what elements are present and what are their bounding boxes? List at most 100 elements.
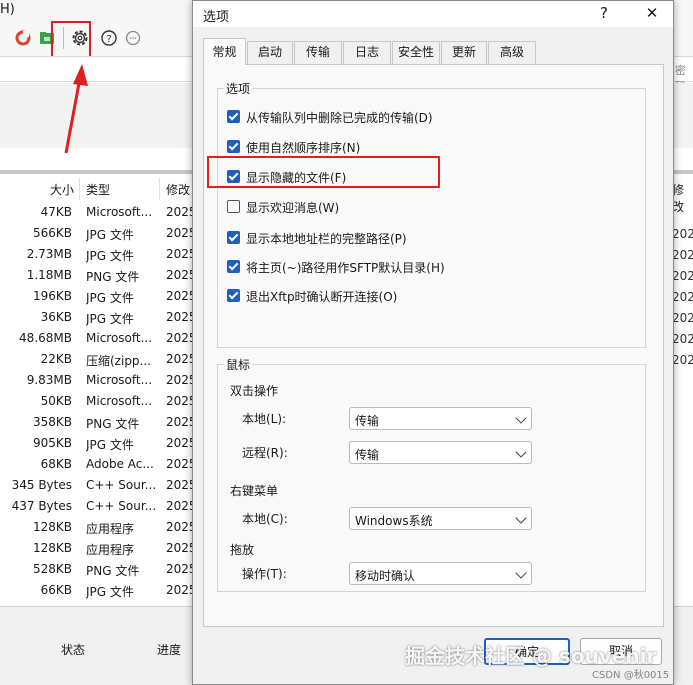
file-size-cell: 66KB <box>40 583 72 597</box>
gear-highlight-box <box>51 21 91 58</box>
table-row[interactable]: 48.68MB Microsoft... 2025 <box>0 328 200 349</box>
checkbox-checked[interactable] <box>227 231 240 244</box>
table-row[interactable]: 128KB 应用程序 2025 <box>0 538 200 559</box>
double-click-remote-select[interactable]: 传输 <box>349 441 532 464</box>
drag-drop-op-value: 移动时确认 <box>355 569 416 583</box>
options-group-title: 选项 <box>224 80 253 97</box>
table-row[interactable]: 68KB Adobe Ac... 2025 <box>0 454 200 475</box>
double-click-local-label: 本地(L): <box>242 412 287 426</box>
table-row[interactable]: 47KB Microsoft... 2025 <box>0 202 200 223</box>
table-row[interactable]: 345 Bytes C++ Sour... 2025 <box>0 475 200 496</box>
file-size-cell: 528KB <box>32 562 72 576</box>
table-row[interactable]: 528KB PNG 文件 2025 <box>0 559 200 580</box>
context-menu-local-value: Windows系统 <box>355 514 433 528</box>
mouse-group <box>217 364 646 592</box>
checkbox-checked[interactable] <box>227 110 240 123</box>
file-type-cell: 压缩(zipp... <box>86 354 151 368</box>
file-type-cell: JPG 文件 <box>86 291 134 305</box>
file-type-cell: 应用程序 <box>86 543 135 557</box>
close-button[interactable]: ✕ <box>641 4 663 22</box>
table-row[interactable]: 566KB JPG 文件 2025 <box>0 223 200 244</box>
tab-advanced[interactable]: 高级 <box>488 41 536 64</box>
watermark: 掘金技术社区 @ souvenir <box>405 644 657 668</box>
file-size-cell: 345 Bytes <box>11 478 72 492</box>
column-header-size[interactable]: 大小 <box>50 181 74 198</box>
double-click-remote-label: 远程(R): <box>242 446 288 460</box>
file-size-cell: 47KB <box>40 205 72 219</box>
checkbox-checked[interactable] <box>227 140 240 153</box>
option-checkbox-label: 显示欢迎消息(W) <box>246 201 340 215</box>
table-row[interactable]: 9.83MB Microsoft... 2025 <box>0 370 200 391</box>
file-type-cell: JPG 文件 <box>86 585 134 599</box>
csdn-watermark: CSDN @秋0015 <box>592 670 670 681</box>
column-divider[interactable] <box>159 178 160 200</box>
remote-file-modified-cell: 2025 <box>672 227 693 241</box>
file-type-cell: Microsoft... <box>86 331 153 345</box>
options-group <box>217 88 646 348</box>
column-header-modified[interactable]: 修改 <box>166 181 190 198</box>
context-menu-local-select[interactable]: Windows系统 <box>349 507 532 530</box>
menu-fragment[interactable]: H) <box>0 2 15 17</box>
dialog-titlebar[interactable]: 选项 ? ✕ <box>193 1 673 27</box>
context-menu-title: 右键菜单 <box>230 484 279 498</box>
table-row[interactable]: 196KB JPG 文件 2025 <box>0 286 200 307</box>
table-row[interactable]: 2.73MB JPG 文件 2025 <box>0 244 200 265</box>
file-type-cell: JPG 文件 <box>86 249 134 263</box>
double-click-remote-value: 传输 <box>355 448 380 462</box>
tab-startup[interactable]: 启动 <box>247 41 293 64</box>
column-header-progress[interactable]: 进度 <box>157 641 181 658</box>
table-row[interactable]: 22KB 压缩(zipp... 2025 <box>0 349 200 370</box>
tab-transfer[interactable]: 传输 <box>294 41 342 64</box>
file-type-cell: PNG 文件 <box>86 417 140 431</box>
help-icon[interactable]: ? <box>100 29 118 47</box>
remote-file-modified-cell: 2025 <box>672 311 693 325</box>
help-button[interactable]: ? <box>593 4 615 22</box>
tab-log[interactable]: 日志 <box>343 41 391 64</box>
tab-security[interactable]: 安全性 <box>392 41 440 64</box>
column-divider[interactable] <box>79 178 80 200</box>
remote-file-modified-cell: 2025 <box>672 353 693 367</box>
double-click-local-select[interactable]: 传输 <box>349 407 532 430</box>
tab-general[interactable]: 常规 <box>203 38 246 65</box>
file-size-cell: 358KB <box>32 415 72 429</box>
tab-update[interactable]: 更新 <box>441 41 487 64</box>
file-type-cell: Microsoft... <box>86 205 153 219</box>
table-row[interactable]: 66KB JPG 文件 2025 <box>0 580 200 601</box>
option-checkbox-label: 退出Xftp时确认断开连接(O) <box>246 290 398 304</box>
chevron-down-icon <box>515 412 527 424</box>
table-row[interactable]: 437 Bytes C++ Sour... 2025 <box>0 496 200 517</box>
file-type-cell: JPG 文件 <box>86 438 134 452</box>
chevron-down-icon <box>515 446 527 458</box>
remote-file-modified-cell: 2025 <box>672 332 693 346</box>
drag-drop-op-select[interactable]: 移动时确认 <box>349 562 532 585</box>
checkbox-checked[interactable] <box>227 260 240 273</box>
checkbox-checked[interactable] <box>227 289 240 302</box>
refresh-icon[interactable] <box>14 29 32 47</box>
double-click-title: 双击操作 <box>230 384 279 398</box>
checkbox-unchecked[interactable] <box>227 200 240 213</box>
chat-icon[interactable] <box>124 29 142 47</box>
column-header-type[interactable]: 类型 <box>86 181 110 198</box>
option-checkbox-label: 从传输队列中删除已完成的传输(D) <box>246 111 433 125</box>
file-type-cell: JPG 文件 <box>86 312 134 326</box>
hidden-files-highlight-box <box>207 156 440 188</box>
svg-text:?: ? <box>106 34 111 45</box>
column-header-status[interactable]: 状态 <box>61 641 85 658</box>
table-row[interactable]: 358KB PNG 文件 2025 <box>0 412 200 433</box>
file-size-cell: 905KB <box>32 436 72 450</box>
context-menu-local-label: 本地(C): <box>242 512 288 526</box>
file-size-cell: 50KB <box>40 394 72 408</box>
file-type-cell: Adobe Ac... <box>86 457 154 471</box>
dialog-title: 选项 <box>203 10 230 25</box>
table-row[interactable]: 128KB 应用程序 2025 <box>0 517 200 538</box>
drag-drop-title: 拖放 <box>230 543 255 557</box>
table-row[interactable]: 50KB Microsoft... 2025 <box>0 391 200 412</box>
file-type-cell: Microsoft... <box>86 373 153 387</box>
table-row[interactable]: 36KB JPG 文件 2025 <box>0 307 200 328</box>
file-size-cell: 566KB <box>32 226 72 240</box>
file-type-cell: C++ Sour... <box>86 499 157 513</box>
table-row[interactable]: 1.18MB PNG 文件 2025 <box>0 265 200 286</box>
mouse-group-title: 鼠标 <box>224 356 253 373</box>
remote-column-header-modified[interactable]: 修改 <box>672 181 693 215</box>
table-row[interactable]: 905KB JPG 文件 2025 <box>0 433 200 454</box>
